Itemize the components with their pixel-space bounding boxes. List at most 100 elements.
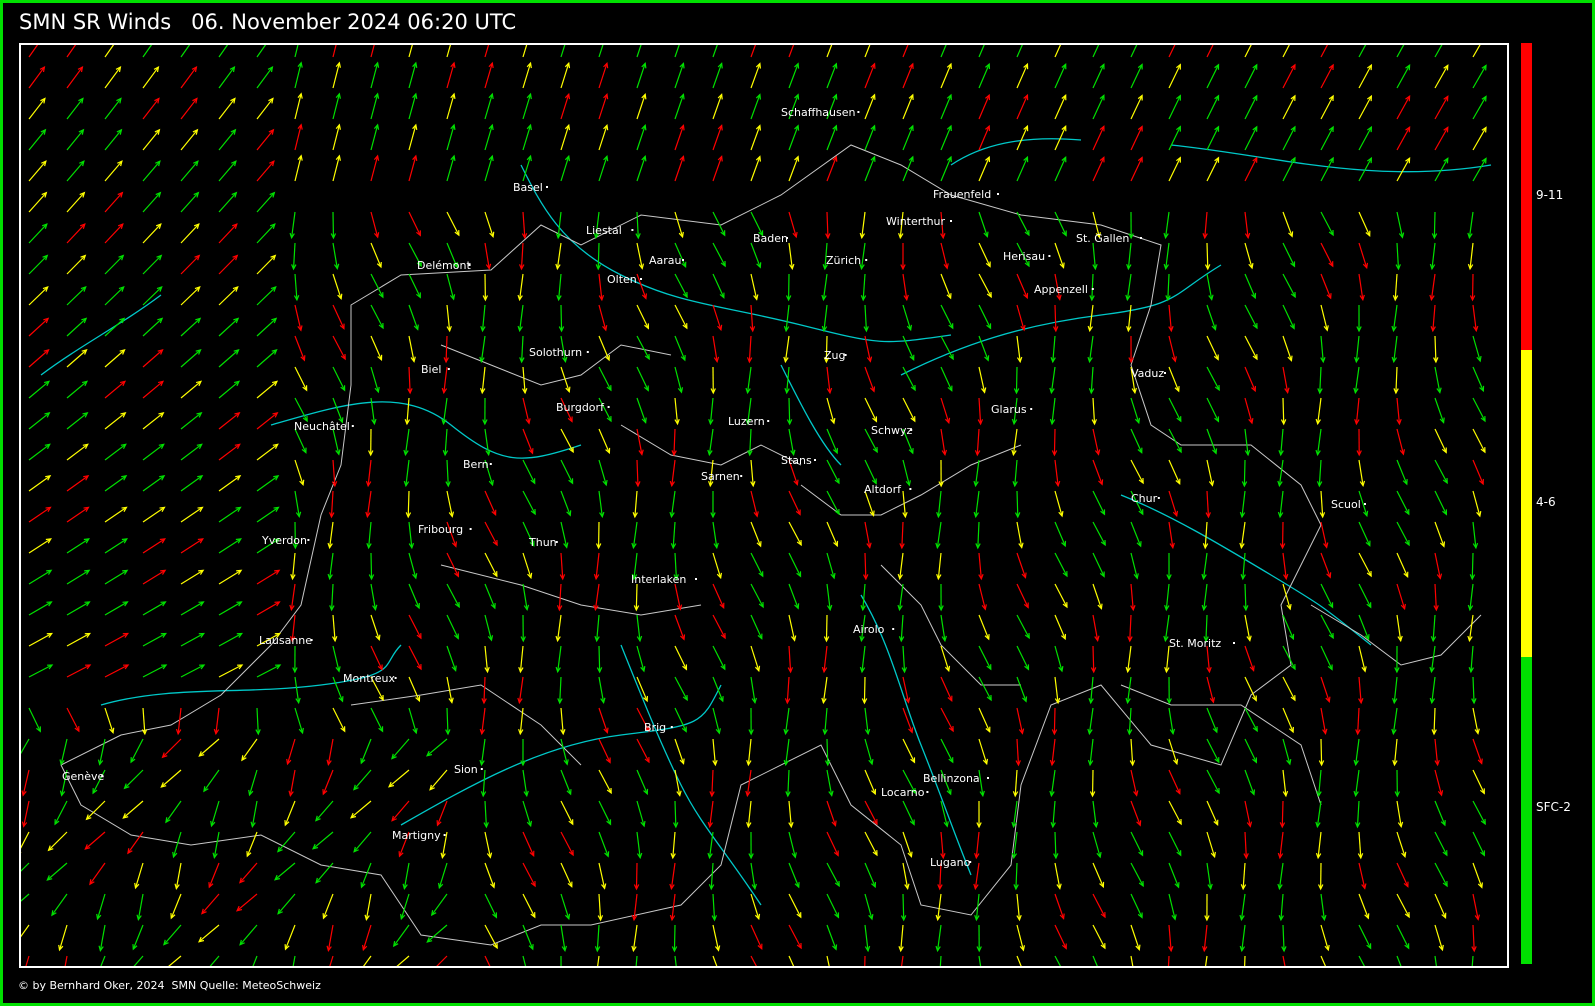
wind-arrow [973, 862, 980, 891]
wind-arrow [210, 800, 220, 828]
city-dot [351, 425, 354, 427]
wind-arrow [783, 738, 790, 767]
wind-arrow [1206, 397, 1220, 423]
wind-arrow [864, 707, 871, 736]
wind-arrow [218, 506, 242, 523]
wind-arrow [750, 490, 759, 518]
wind-arrow [899, 521, 905, 550]
wind-arrow [674, 124, 685, 151]
wind-arrow [1282, 94, 1296, 120]
wind-arrow [749, 304, 756, 333]
wind-arrow [935, 521, 942, 550]
wind-arrow [332, 45, 337, 58]
wind-arrow [1206, 862, 1213, 891]
wind-arrow [104, 632, 129, 647]
wind-arrow [484, 862, 496, 889]
wind-arrow [408, 552, 418, 580]
wind-arrow [218, 65, 236, 89]
wind-arrow [636, 304, 649, 330]
wind-arrow [636, 769, 649, 796]
wind-arrow [517, 273, 524, 302]
wind-arrow [1434, 490, 1448, 516]
wind-arrow [59, 738, 68, 766]
wind-arrow [707, 831, 714, 860]
wind-arrow [1282, 211, 1294, 238]
wind-arrow [1130, 924, 1141, 951]
wind-arrow [556, 273, 562, 302]
wind-arrow [21, 769, 30, 797]
wind-arrow [1434, 521, 1446, 548]
wind-arrow [142, 65, 160, 89]
wind-arrow [484, 552, 498, 578]
wind-arrow [674, 304, 688, 330]
wind-arrow [51, 893, 68, 917]
legend-label-strong: 9-11 [1536, 188, 1564, 202]
wind-arrow [104, 380, 127, 399]
city-label: Solothurn [529, 346, 582, 359]
city-dot [892, 628, 895, 630]
wind-arrow [1206, 45, 1214, 58]
wind-arrow [1282, 63, 1296, 89]
wind-arrow [28, 65, 46, 89]
wind-arrow [900, 242, 906, 271]
wind-arrow [1391, 335, 1398, 364]
wind-arrow [1472, 707, 1480, 735]
wind-arrow [785, 769, 791, 798]
city-marker: Fribourg [418, 523, 472, 536]
wind-arrow [669, 459, 676, 488]
wind-arrow [1353, 769, 1360, 798]
wind-arrow [127, 831, 144, 855]
wind-arrow [198, 738, 220, 757]
wind-arrow [712, 155, 723, 182]
wind-arrow [1206, 94, 1220, 120]
wind-arrow [1472, 335, 1482, 363]
wind-arrow [28, 97, 46, 120]
wind-arrow [218, 443, 241, 461]
wind-arrow [593, 552, 600, 581]
wind-arrow [180, 506, 204, 523]
wind-arrow [1206, 304, 1217, 331]
wind-arrow [1091, 397, 1098, 426]
wind-arrow [788, 552, 802, 578]
wind-arrow [669, 490, 676, 519]
wind-arrow [1168, 862, 1180, 889]
wind-arrow [180, 538, 204, 554]
wind-arrow [826, 155, 838, 182]
wind-arrow [256, 443, 279, 461]
wind-arrow [1394, 769, 1400, 798]
wind-arrow [978, 273, 992, 299]
wind-arrow [821, 273, 828, 302]
wind-arrow [897, 552, 904, 581]
wind-arrow [66, 128, 85, 151]
wind-arrow [392, 924, 410, 948]
wind-arrow [322, 893, 334, 920]
city-dot [682, 259, 684, 261]
wind-arrow [370, 242, 382, 269]
wind-arrow [1393, 366, 1399, 395]
wind-arrow [28, 348, 50, 368]
wind-arrow [198, 924, 220, 943]
wind-arrow [940, 397, 951, 425]
city-dot [987, 777, 989, 779]
wind-arrow [327, 552, 334, 581]
wind-arrow [593, 583, 600, 612]
wind-arrow [1051, 428, 1058, 457]
wind-arrow [1168, 428, 1182, 454]
wind-arrow [522, 366, 528, 395]
wind-arrow [1433, 583, 1439, 612]
wind-arrow [484, 61, 494, 89]
wind-arrow [935, 893, 942, 922]
wind-arrow [484, 583, 496, 610]
city-dot [480, 768, 483, 770]
city-dot [1157, 497, 1160, 499]
wind-arrow [1092, 459, 1104, 486]
wind-arrow [560, 955, 562, 966]
wind-arrow [940, 366, 953, 392]
wind-arrow [1358, 211, 1371, 237]
wind-arrow [436, 955, 448, 966]
wind-arrow [900, 893, 907, 922]
wind-arrow [784, 676, 791, 705]
wind-arrow [631, 893, 638, 922]
wind-arrow [1092, 552, 1105, 578]
wind-arrow [1092, 521, 1106, 547]
